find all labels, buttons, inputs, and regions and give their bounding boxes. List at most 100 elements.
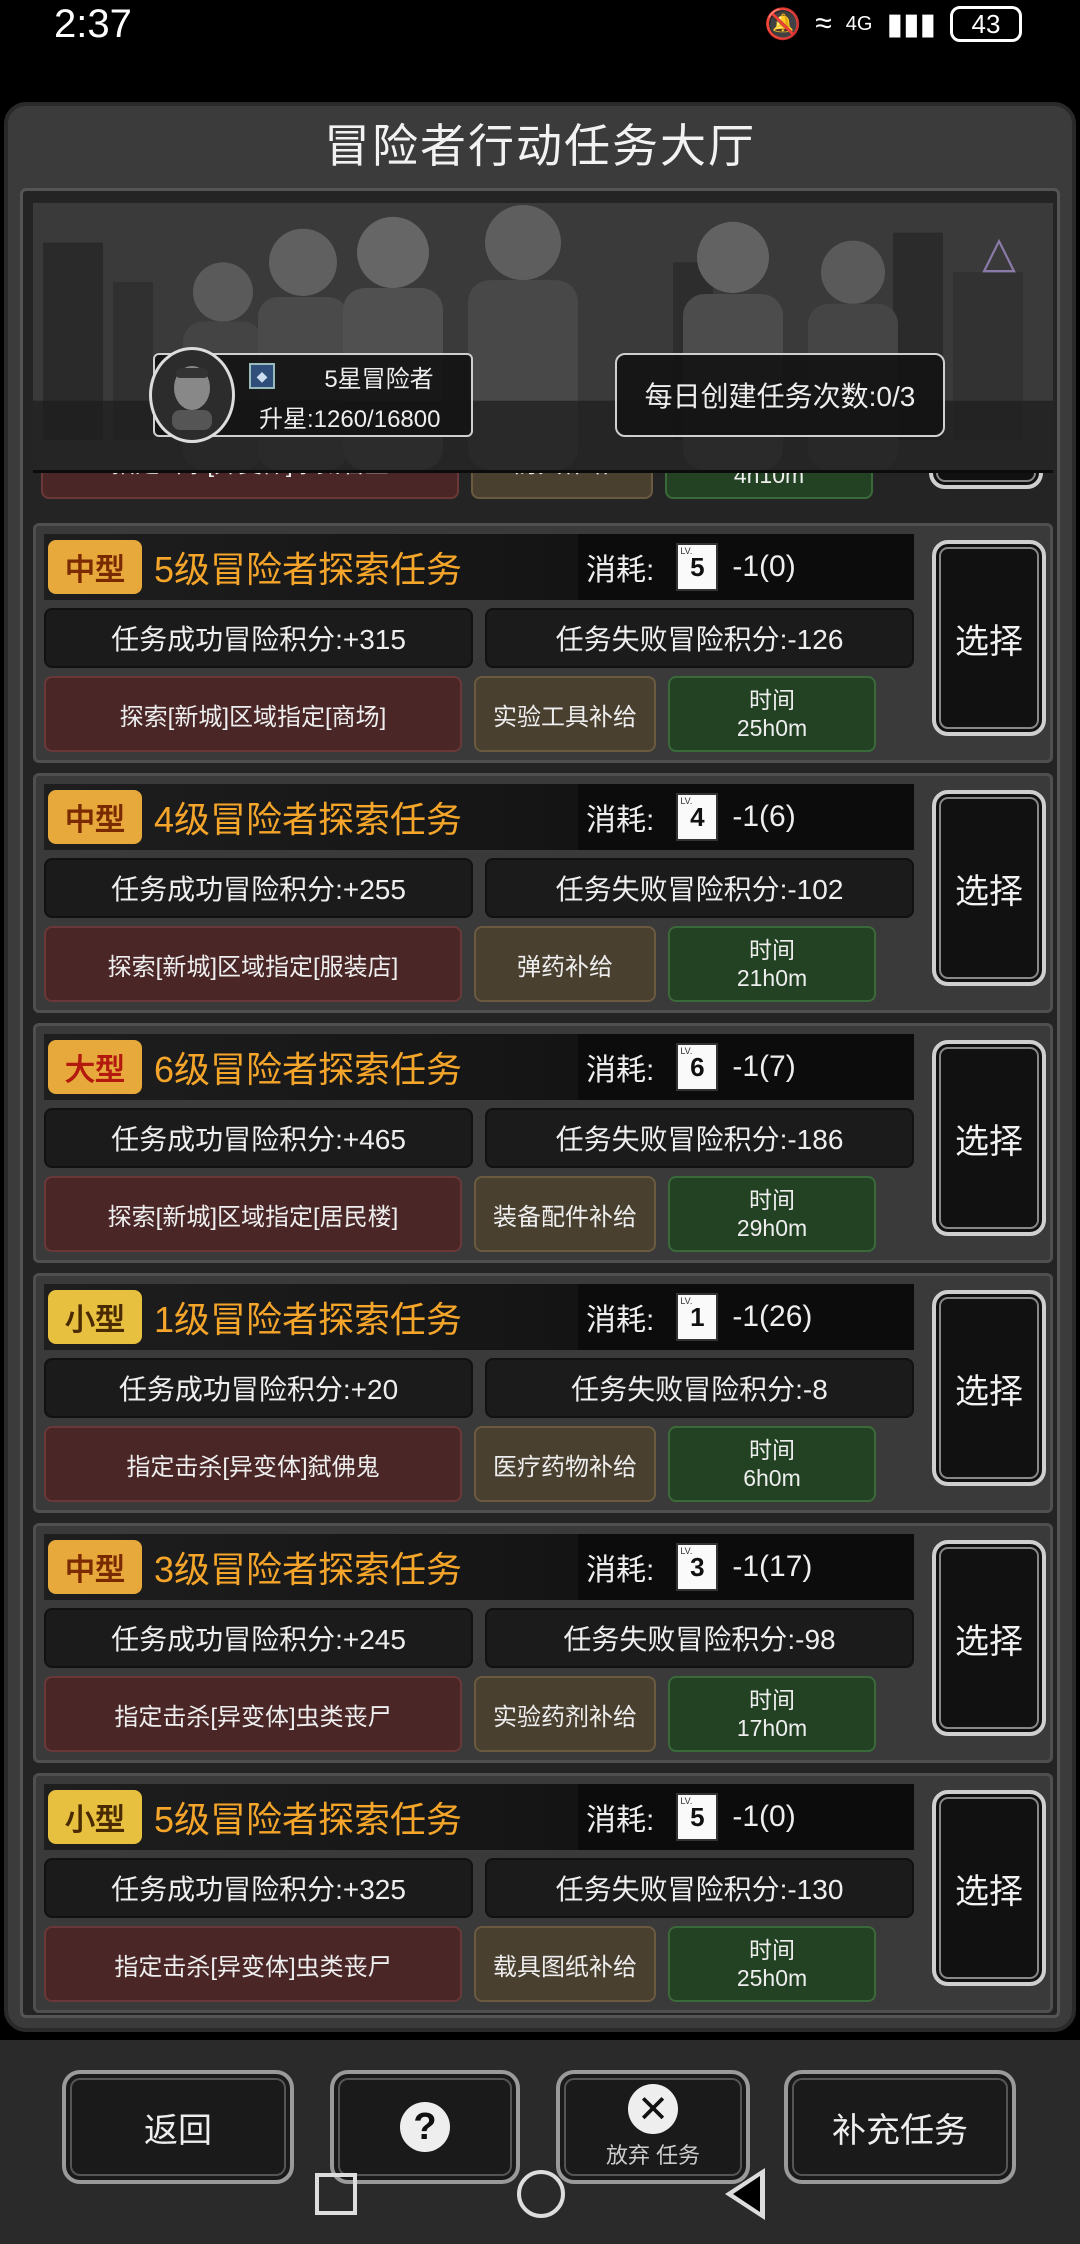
system-nav-bar: [0, 2144, 1080, 2244]
score-row: 任务成功冒险积分:+315 任务失败冒险积分:-126: [44, 608, 914, 668]
mission-time: 时间 21h0m: [668, 926, 876, 1002]
mission-time: 时间 6h0m: [668, 1426, 876, 1502]
mission-card: 中型 4级冒险者探索任务 消耗: 4 -1(6) 任务成功冒险积分:+255 任…: [33, 773, 1053, 1013]
select-button[interactable]: 选择: [932, 1040, 1046, 1236]
score-row: 任务成功冒险积分:+325 任务失败冒险积分:-130: [44, 1858, 914, 1918]
mission-size-tag: 大型: [48, 1040, 142, 1094]
mission-card: 中型 3级冒险者探索任务 消耗: 3 -1(17) 任务成功冒险积分:+245 …: [33, 1523, 1053, 1763]
select-button[interactable]: 选择: [932, 1540, 1046, 1736]
fail-score: 任务失败冒险积分:-8: [485, 1358, 914, 1418]
mission-card: 小型 1级冒险者探索任务 消耗: 1 -1(26) 任务成功冒险积分:+20 任…: [33, 1273, 1053, 1513]
mission-title-bar: 中型 4级冒险者探索任务: [44, 784, 578, 850]
network-type: 4G: [845, 12, 873, 35]
mission-content[interactable]: △ ◆ 5星冒险者 升星:1260/16800 每日创建任务次数:0/3 指定击…: [20, 188, 1060, 2018]
rank-name: 5星冒险者: [324, 366, 434, 393]
cost-value: -1(0): [732, 550, 796, 583]
success-score: 任务成功冒险积分:+465: [44, 1108, 473, 1168]
status-bar: 2:37 🔕 ≈ 4G ▮▮▮ 43: [0, 0, 1080, 60]
mission-supply: 医疗药物补给: [474, 1426, 656, 1502]
score-row: 任务成功冒险积分:+20 任务失败冒险积分:-8: [44, 1358, 914, 1418]
cost-label: 消耗:: [586, 1054, 655, 1087]
mute-bell-icon: 🔕: [763, 7, 802, 41]
home-icon[interactable]: [517, 2170, 565, 2218]
time-label: 时间: [749, 937, 795, 963]
level-card-icon: 3: [676, 1543, 719, 1591]
mission-time: 时间 29h0m: [668, 1176, 876, 1252]
score-row: 任务成功冒险积分:+465 任务失败冒险积分:-186: [44, 1108, 914, 1168]
mission-target: 指定击杀[异变体]虫类丧尸: [44, 1676, 462, 1752]
level-card-icon: 6: [676, 1043, 719, 1091]
back-nav-icon[interactable]: [725, 2168, 765, 2220]
recent-apps-icon[interactable]: [315, 2173, 357, 2215]
mission-cost: 消耗: 5 -1(0): [578, 1784, 914, 1850]
mission-cost: 消耗: 1 -1(26): [578, 1284, 914, 1350]
time-value: 6h0m: [743, 1465, 801, 1491]
info-row: 指定击杀[异变体]弑佛鬼 医疗药物补给 时间 6h0m: [44, 1426, 914, 1502]
mission-size-tag: 小型: [48, 1790, 142, 1844]
rank-badge-icon: ◆: [249, 363, 275, 389]
mission-target: 探索[新城]区域指定[居民楼]: [44, 1176, 462, 1252]
time-label: 时间: [749, 687, 795, 713]
mission-title: 5级冒险者探索任务: [154, 549, 463, 590]
time-value: 25h0m: [736, 1965, 808, 1991]
mission-title: 3级冒险者探索任务: [154, 1549, 463, 1590]
mission-card: 大型 6级冒险者探索任务 消耗: 6 -1(7) 任务成功冒险积分:+465 任…: [33, 1023, 1053, 1263]
mission-size-tag: 中型: [48, 790, 142, 844]
time-label: 时间: [749, 1187, 795, 1213]
fail-score: 任务失败冒险积分:-98: [485, 1608, 914, 1668]
mission-supply: 弹药补给: [474, 926, 656, 1002]
level-card-icon: 5: [676, 543, 719, 591]
daily-create-count: 每日创建任务次数:0/3: [615, 353, 945, 437]
guild-emblem-icon: △: [982, 228, 1016, 277]
mission-target: 指定击杀[异变体]虫类丧尸: [44, 1926, 462, 2002]
battery-level: 43: [971, 8, 1001, 39]
mission-time: 时间 25h0m: [668, 1926, 876, 2002]
mission-size-tag: 中型: [48, 1540, 142, 1594]
select-button[interactable]: 选择: [932, 790, 1046, 986]
avatar[interactable]: [149, 347, 235, 443]
mission-title-row: 大型 6级冒险者探索任务 消耗: 6 -1(7): [44, 1034, 914, 1100]
time-value: 17h0m: [736, 1715, 808, 1741]
mission-cost: 消耗: 6 -1(7): [578, 1034, 914, 1100]
info-row: 探索[新城]区域指定[服装店] 弹药补给 时间 21h0m: [44, 926, 914, 1002]
mission-target: 指定击杀[异变体]弑佛鬼: [44, 1426, 462, 1502]
status-time: 2:37: [54, 2, 132, 46]
mission-title-bar: 中型 3级冒险者探索任务: [44, 1534, 578, 1600]
success-score: 任务成功冒险积分:+325: [44, 1858, 473, 1918]
cost-label: 消耗:: [586, 1304, 655, 1337]
mission-supply: 实验药剂补给: [474, 1676, 656, 1752]
mission-supply: 实验工具补给: [474, 676, 656, 752]
signal-icon: ▮▮▮: [886, 7, 936, 41]
cost-value: -1(7): [732, 1050, 796, 1083]
time-label: 时间: [749, 1687, 795, 1713]
mission-title-row: 小型 1级冒险者探索任务 消耗: 1 -1(26): [44, 1284, 914, 1350]
close-icon: ✕: [628, 2084, 678, 2134]
mission-title-bar: 小型 5级冒险者探索任务: [44, 1784, 578, 1850]
info-row: 探索[新城]区域指定[商场] 实验工具补给 时间 25h0m: [44, 676, 914, 752]
mission-title: 1级冒险者探索任务: [154, 1299, 463, 1340]
mission-size-tag: 小型: [48, 1290, 142, 1344]
select-button[interactable]: 选择: [932, 540, 1046, 736]
mission-title: 5级冒险者探索任务: [154, 1799, 463, 1840]
mission-title-bar: 中型 5级冒险者探索任务: [44, 534, 578, 600]
mission-title: 6级冒险者探索任务: [154, 1049, 463, 1090]
select-button[interactable]: 选择: [932, 1290, 1046, 1486]
mission-cost: 消耗: 3 -1(17): [578, 1534, 914, 1600]
level-card-icon: 4: [676, 793, 719, 841]
success-score: 任务成功冒险积分:+20: [44, 1358, 473, 1418]
promotion-progress: 升星:1260/16800: [259, 406, 441, 433]
fail-score: 任务失败冒险积分:-130: [485, 1858, 914, 1918]
success-score: 任务成功冒险积分:+255: [44, 858, 473, 918]
info-row: 探索[新城]区域指定[居民楼] 装备配件补给 时间 29h0m: [44, 1176, 914, 1252]
status-icons: 🔕 ≈ 4G ▮▮▮ 43: [764, 6, 1022, 42]
mission-supply: 装备配件补给: [474, 1176, 656, 1252]
mission-card: 中型 5级冒险者探索任务 消耗: 5 -1(0) 任务成功冒险积分:+315 任…: [33, 523, 1053, 763]
level-card-icon: 5: [676, 1793, 719, 1841]
battery-icon: 43: [950, 6, 1022, 42]
cost-value: -1(26): [732, 1300, 813, 1333]
select-button[interactable]: 选择: [932, 1790, 1046, 1986]
cost-value: -1(6): [732, 800, 796, 833]
player-profile[interactable]: ◆ 5星冒险者 升星:1260/16800: [149, 347, 473, 443]
mission-title-bar: 小型 1级冒险者探索任务: [44, 1284, 578, 1350]
mission-title-row: 小型 5级冒险者探索任务 消耗: 5 -1(0): [44, 1784, 914, 1850]
